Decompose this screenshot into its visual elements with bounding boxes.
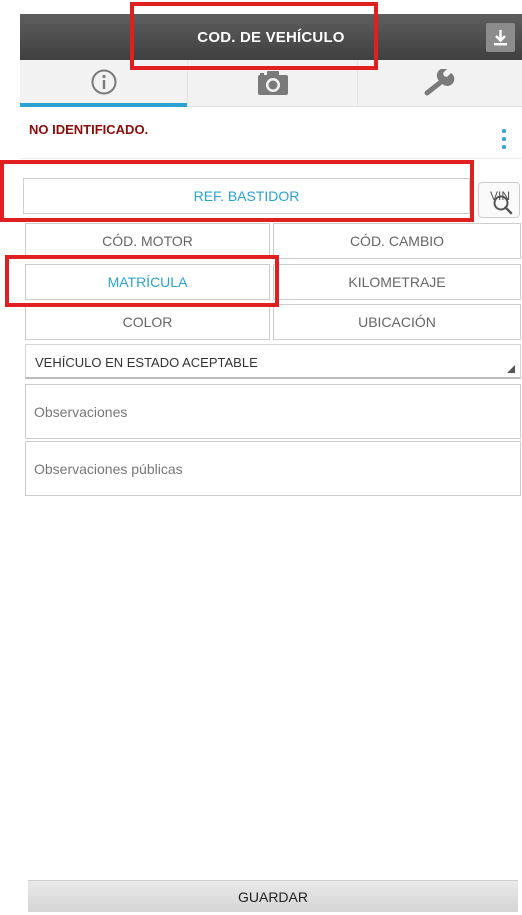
save-button-label: GUARDAR <box>237 888 308 905</box>
status-text: NO IDENTIFICADO. <box>29 122 149 137</box>
ubicacion-field[interactable]: UBICACIÓN <box>273 304 521 340</box>
color-field[interactable]: COLOR <box>25 304 270 340</box>
observaciones-placeholder: Observaciones <box>34 403 128 420</box>
observaciones-field[interactable]: Observaciones <box>25 384 521 439</box>
more-vert-icon[interactable] <box>498 129 510 157</box>
kilometraje-label: KILOMETRAJE <box>348 274 446 290</box>
save-button[interactable]: GUARDAR <box>28 880 518 912</box>
vehicle-state-value: VEHÍCULO EN ESTADO ACEPTABLE <box>35 355 258 370</box>
camera-icon <box>257 71 288 95</box>
annotation-box-title <box>130 2 378 70</box>
cod-motor-field[interactable]: CÓD. MOTOR <box>25 223 270 259</box>
download-icon <box>494 30 507 46</box>
ubicacion-label: UBICACIÓN <box>358 314 436 330</box>
identification-status: NO IDENTIFICADO. <box>20 107 522 159</box>
annotation-box-ref-bastidor <box>0 160 474 222</box>
download-button[interactable] <box>486 23 515 52</box>
color-label: COLOR <box>122 314 173 330</box>
dropdown-corner-icon <box>507 365 515 373</box>
cod-cambio-label: CÓD. CAMBIO <box>349 233 445 249</box>
vin-search-button[interactable]: VIN <box>478 182 520 218</box>
observaciones-publicas-placeholder: Observaciones públicas <box>34 460 183 477</box>
kilometraje-field[interactable]: KILOMETRAJE <box>273 264 521 300</box>
app-screen: COD. DE VEHÍCULO NO IDENTIFICADO. REF. B… <box>20 14 522 915</box>
cod-motor-label: CÓD. MOTOR <box>102 233 193 249</box>
tab-tools[interactable] <box>357 60 522 107</box>
info-icon <box>91 69 116 94</box>
cod-cambio-field[interactable]: CÓD. CAMBIO <box>273 223 521 259</box>
vehicle-state-select[interactable]: VEHÍCULO EN ESTADO ACEPTABLE <box>25 344 521 379</box>
wrench-icon <box>424 69 455 96</box>
annotation-box-matricula <box>5 255 279 307</box>
vin-search-icon: VIN <box>490 189 513 215</box>
observaciones-publicas-field[interactable]: Observaciones públicas <box>25 441 521 496</box>
